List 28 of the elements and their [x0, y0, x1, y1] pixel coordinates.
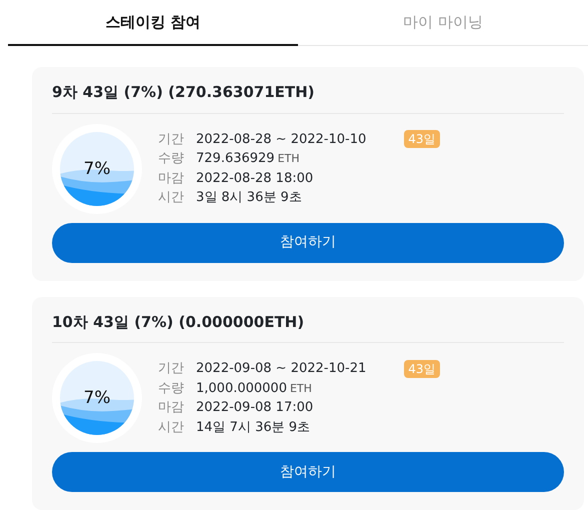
gauge-percent: 7%	[82, 387, 112, 410]
unit-label: ETH	[278, 151, 300, 167]
days-badge: 43일	[404, 360, 440, 378]
info-value: 729.636929	[196, 150, 275, 168]
info-value: 2022-09-08 17:00	[196, 399, 314, 417]
info-label: 마감	[158, 170, 185, 188]
info-value: 2022-08-28 18:00	[196, 170, 314, 188]
unit-label: ETH	[290, 380, 312, 396]
info-label: 시간	[158, 189, 185, 207]
info-label: 수량	[158, 380, 185, 398]
tab[interactable]: 마이 마이닝	[298, 0, 588, 46]
info-label: 마감	[158, 399, 185, 417]
info-value: 1,000.000000	[196, 380, 287, 398]
info-label: 수량	[158, 150, 185, 168]
tab[interactable]: 스테이킹 참여	[8, 0, 298, 46]
stake-title: 9차 43일 (7%) (270.363071ETH)	[52, 81, 564, 114]
gauge-percent: 7%	[82, 158, 112, 180]
info-value: 2022-09-08 ~ 2022-10-21	[196, 360, 366, 378]
info-value: 2022-08-28 ~ 2022-10-10	[196, 130, 366, 148]
info-label: 기간	[158, 130, 185, 148]
info-value: 3일 8시 36분 9초	[196, 189, 302, 207]
info-label: 시간	[158, 418, 185, 436]
join-button[interactable]: 참여하기	[52, 452, 564, 492]
stake-title: 10차 43일 (7%) (0.000000ETH)	[52, 310, 564, 343]
days-badge: 43일	[404, 130, 440, 148]
info-value: 14일 7시 36분 9초	[196, 418, 310, 436]
join-button[interactable]: 참여하기	[52, 222, 564, 262]
info-label: 기간	[158, 360, 185, 378]
